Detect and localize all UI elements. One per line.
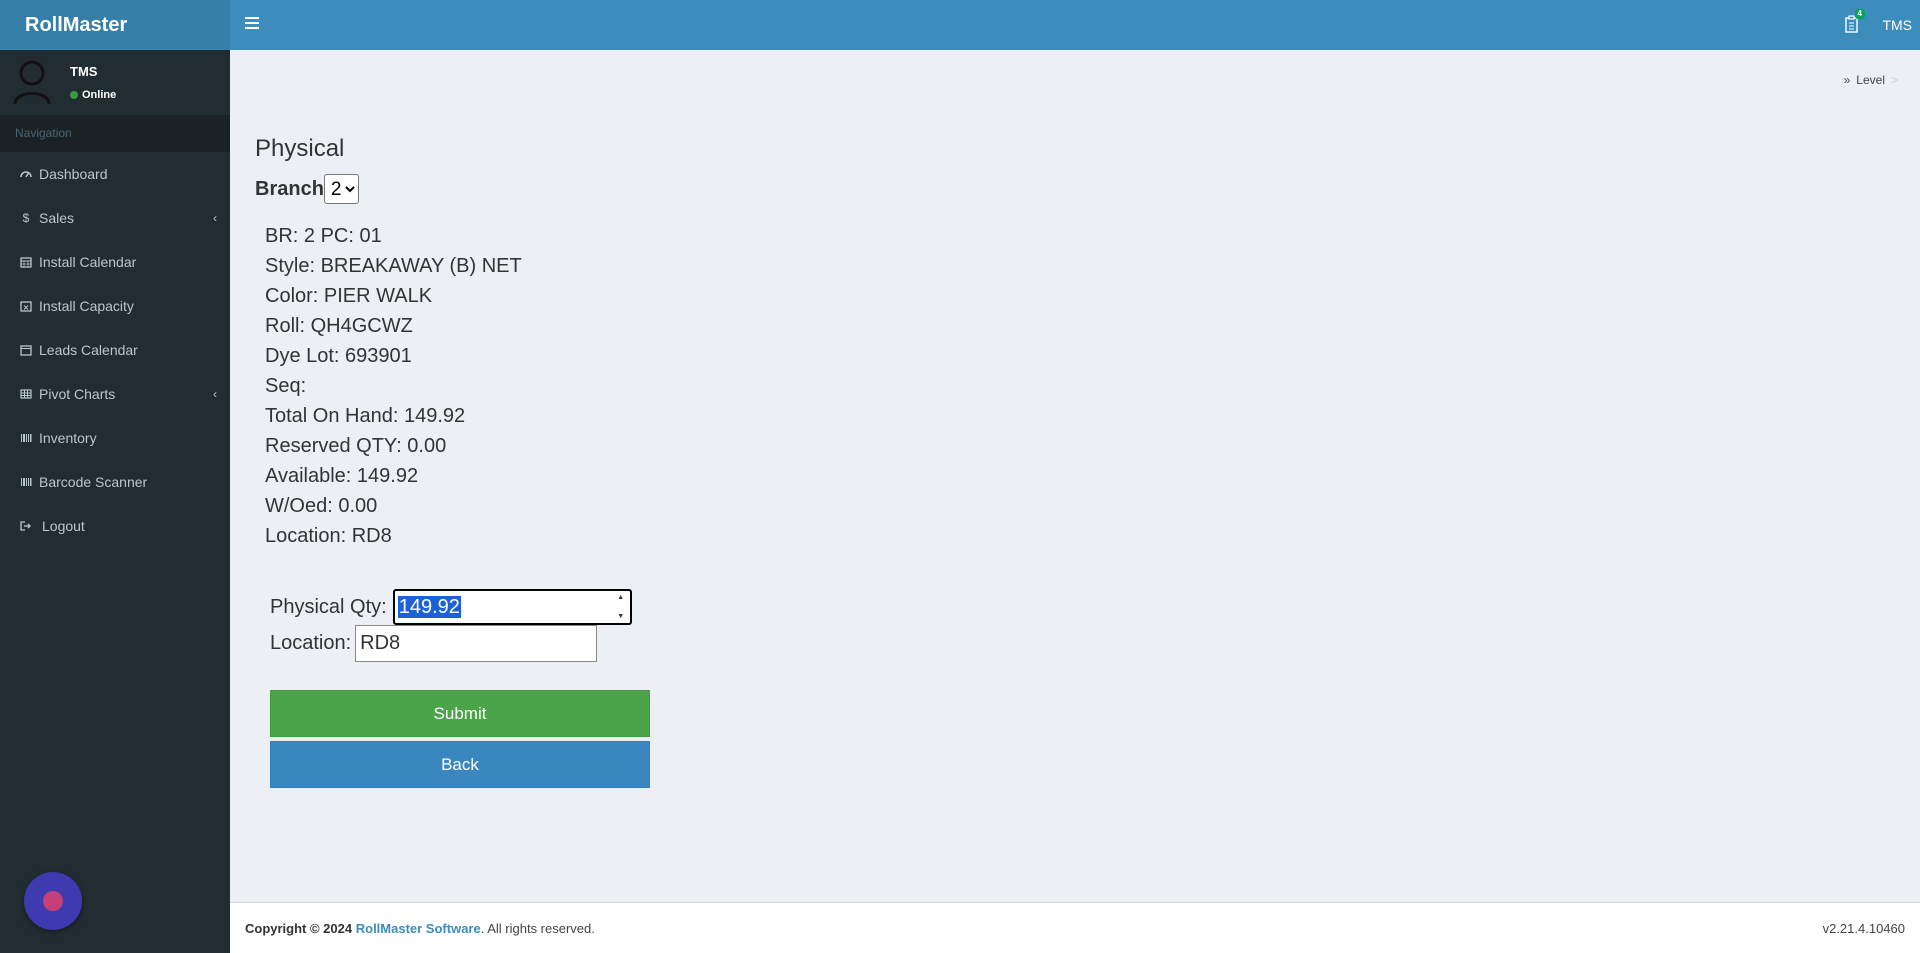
- roll-info: BR: 2 PC: 01 Style: BREAKAWAY (B) NET Co…: [265, 221, 522, 551]
- sidebar-item-leads-calendar[interactable]: Leads Calendar: [0, 328, 230, 372]
- top-navbar: 4 TMS: [230, 0, 1920, 50]
- branch-select[interactable]: 2: [323, 174, 359, 204]
- sidebar-item-barcode-scanner[interactable]: Barcode Scanner: [0, 460, 230, 504]
- user-name: TMS: [70, 64, 98, 79]
- notification-badge: 4: [1854, 9, 1865, 19]
- sidebar-item-sales[interactable]: $ Sales ‹: [0, 196, 230, 240]
- calendar-outline-icon: [19, 343, 33, 357]
- sidebar-menu: Dashboard $ Sales ‹ Install Calendar Ins…: [0, 152, 230, 548]
- spin-up-icon[interactable]: ▲: [617, 594, 624, 601]
- branch-row: Branch 2: [255, 174, 359, 204]
- breadcrumb-separator: >: [1890, 73, 1898, 87]
- info-line: Available: 149.92: [265, 465, 419, 487]
- user-status: Online: [70, 89, 116, 101]
- info-line: Total On Hand: 149.92: [265, 405, 466, 427]
- info-line: Dye Lot: 693901: [265, 345, 412, 367]
- nav-header: Navigation: [0, 115, 230, 152]
- table-icon: [19, 387, 33, 401]
- copyright-suffix: . All rights reserved.: [480, 921, 595, 936]
- sidebar-item-dashboard[interactable]: Dashboard: [0, 152, 230, 196]
- info-line: Style: BREAKAWAY (B) NET: [265, 255, 522, 277]
- sidebar-item-label: Inventory: [39, 430, 97, 446]
- sidebar-item-label: Pivot Charts: [39, 386, 116, 402]
- user-status-label: Online: [82, 89, 117, 101]
- info-line: Reserved QTY: 0.00: [265, 435, 447, 457]
- spin-down-icon[interactable]: ▼: [617, 613, 624, 620]
- breadcrumb-item[interactable]: Level: [1856, 73, 1885, 87]
- sidebar: RollMaster TMS Online Navigation Dashboa…: [0, 0, 230, 953]
- number-spinner[interactable]: ▲ ▼: [615, 594, 627, 620]
- sidebar-item-inventory[interactable]: Inventory: [0, 416, 230, 460]
- back-button[interactable]: Back: [270, 741, 650, 788]
- info-line: Location: RD8: [265, 525, 392, 547]
- info-line: BR: 2 PC: 01: [265, 225, 382, 247]
- double-chevron-right-icon: »: [1843, 73, 1851, 87]
- footer-copyright: Copyright © 2024 RollMaster Software. Al…: [245, 921, 595, 936]
- chat-widget-button[interactable]: [24, 872, 82, 930]
- info-line: Roll: QH4GCWZ: [265, 315, 413, 337]
- sign-out-icon: [19, 519, 33, 533]
- info-line: Color: PIER WALK: [265, 285, 433, 307]
- sidebar-item-install-capacity[interactable]: Install Capacity: [0, 284, 230, 328]
- app-logo[interactable]: RollMaster: [0, 0, 230, 50]
- sidebar-item-label: Leads Calendar: [39, 342, 138, 358]
- user-avatar-icon: [13, 60, 51, 105]
- app-version: v2.21.4.10460: [1822, 921, 1905, 936]
- sidebar-item-install-calendar[interactable]: Install Calendar: [0, 240, 230, 284]
- chat-icon: [43, 891, 63, 911]
- location-input[interactable]: [355, 625, 598, 662]
- location-label: Location:: [270, 632, 352, 654]
- sidebar-item-logout[interactable]: Logout: [0, 504, 230, 548]
- barcode-icon: [19, 431, 33, 445]
- info-line: Seq:: [265, 375, 307, 397]
- sidebar-item-label: Install Calendar: [39, 254, 137, 270]
- calendar-x-icon: [19, 299, 33, 313]
- copyright-prefix: Copyright © 2024: [245, 921, 353, 936]
- physical-qty-value: 149.92: [397, 596, 461, 618]
- online-status-icon: [70, 91, 78, 99]
- branch-label: Branch: [255, 177, 324, 200]
- sidebar-item-label: Sales: [39, 210, 75, 226]
- chevron-left-icon: ‹: [213, 211, 217, 225]
- location-row: Location:: [270, 625, 598, 662]
- calendar-icon: [19, 255, 33, 269]
- brand-link[interactable]: RollMaster Software: [356, 921, 481, 936]
- footer: Copyright © 2024 RollMaster Software. Al…: [230, 902, 1920, 953]
- sidebar-toggle-icon[interactable]: [245, 17, 259, 31]
- dashboard-icon: [19, 167, 33, 181]
- dollar-icon: $: [22, 211, 30, 225]
- user-menu[interactable]: TMS: [1882, 17, 1912, 33]
- barcode-icon: [19, 475, 33, 489]
- sidebar-item-label: Install Capacity: [39, 298, 134, 314]
- user-panel: TMS Online: [0, 50, 230, 115]
- sidebar-item-label: Logout: [42, 518, 85, 534]
- sidebar-item-pivot-charts[interactable]: Pivot Charts ‹: [0, 372, 230, 416]
- breadcrumb: » Level >: [1844, 73, 1898, 87]
- chevron-left-icon: ‹: [213, 387, 217, 401]
- sidebar-item-label: Dashboard: [39, 166, 108, 182]
- physical-qty-label: Physical Qty:: [270, 595, 387, 618]
- page-title: Physical: [255, 135, 345, 162]
- physical-qty-input[interactable]: 149.92 ▲ ▼: [392, 589, 632, 625]
- submit-button[interactable]: Submit: [270, 690, 650, 737]
- info-line: W/Oed: 0.00: [265, 495, 378, 517]
- sidebar-item-label: Barcode Scanner: [39, 474, 148, 490]
- physical-qty-row: Physical Qty: 149.92 ▲ ▼: [270, 589, 632, 625]
